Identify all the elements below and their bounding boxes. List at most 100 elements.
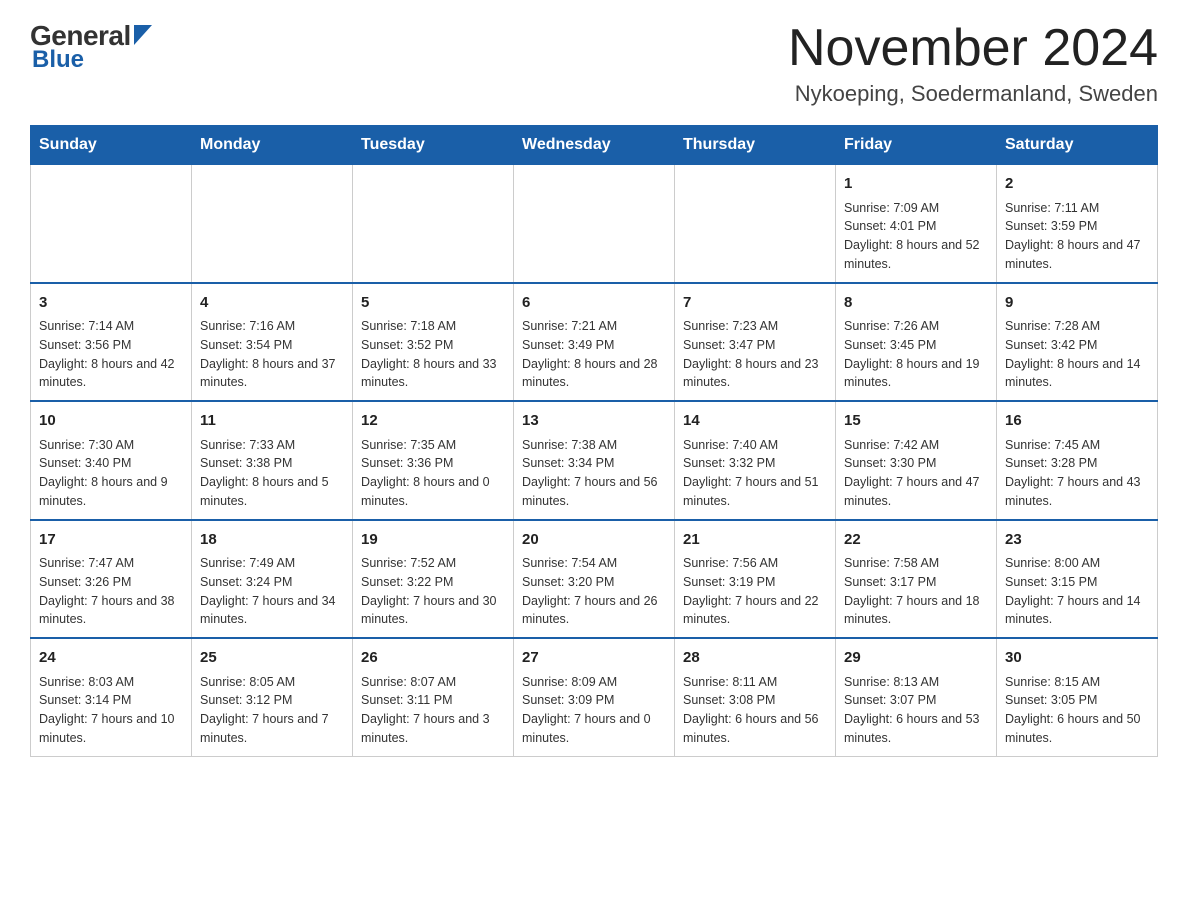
- day-number: 27: [522, 647, 666, 670]
- sun-info: Sunrise: 7:40 AMSunset: 3:32 PMDaylight:…: [683, 436, 827, 511]
- title-block: November 2024 Nykoeping, Soedermanland, …: [788, 20, 1158, 107]
- sun-info: Sunrise: 7:18 AMSunset: 3:52 PMDaylight:…: [361, 317, 505, 392]
- calendar-cell: 8Sunrise: 7:26 AMSunset: 3:45 PMDaylight…: [836, 283, 997, 402]
- calendar-cell: [675, 165, 836, 283]
- sun-info: Sunrise: 7:38 AMSunset: 3:34 PMDaylight:…: [522, 436, 666, 511]
- sun-info: Sunrise: 7:45 AMSunset: 3:28 PMDaylight:…: [1005, 436, 1149, 511]
- calendar-cell: 4Sunrise: 7:16 AMSunset: 3:54 PMDaylight…: [192, 283, 353, 402]
- calendar-cell: 7Sunrise: 7:23 AMSunset: 3:47 PMDaylight…: [675, 283, 836, 402]
- calendar-cell: [514, 165, 675, 283]
- day-number: 14: [683, 410, 827, 433]
- calendar-cell: 1 Sunrise: 7:09 AMSunset: 4:01 PMDaylight…: [836, 165, 997, 283]
- day-number: 3: [39, 292, 183, 315]
- calendar-cell: 10 Sunrise: 7:30 AMSunset: 3:40 PMDayligh…: [31, 401, 192, 520]
- calendar-cell: 9Sunrise: 7:28 AMSunset: 3:42 PMDaylight…: [997, 283, 1158, 402]
- calendar-cell: 24Sunrise: 8:03 AMSunset: 3:14 PMDayligh…: [31, 638, 192, 756]
- calendar-header-row: SundayMondayTuesdayWednesdayThursdayFrid…: [31, 126, 1158, 165]
- calendar-subtitle: Nykoeping, Soedermanland, Sweden: [788, 81, 1158, 107]
- sun-info: Sunrise: 8:09 AMSunset: 3:09 PMDaylight:…: [522, 673, 666, 748]
- sun-info: Sunrise: 8:07 AMSunset: 3:11 PMDaylight:…: [361, 673, 505, 748]
- day-number: 25: [200, 647, 344, 670]
- sun-info: Sunrise: 7:28 AMSunset: 3:42 PMDaylight:…: [1005, 317, 1149, 392]
- header-sunday: Sunday: [31, 126, 192, 165]
- calendar-cell: 11 Sunrise: 7:33 AMSunset: 3:38 PMDayligh…: [192, 401, 353, 520]
- header: General Blue November 2024 Nykoeping, So…: [30, 20, 1158, 107]
- sun-info: Sunrise: 8:15 AMSunset: 3:05 PMDaylight:…: [1005, 673, 1149, 748]
- calendar-cell: 14 Sunrise: 7:40 AMSunset: 3:32 PMDayligh…: [675, 401, 836, 520]
- header-friday: Friday: [836, 126, 997, 165]
- sun-info: Sunrise: 7:58 AMSunset: 3:17 PMDaylight:…: [844, 554, 988, 629]
- day-number: 11: [200, 410, 344, 433]
- sun-info: Sunrise: 7:56 AMSunset: 3:19 PMDaylight:…: [683, 554, 827, 629]
- calendar-week-row: 1 Sunrise: 7:09 AMSunset: 4:01 PMDaylight…: [31, 165, 1158, 283]
- calendar-cell: [31, 165, 192, 283]
- day-number: 16: [1005, 410, 1149, 433]
- day-number: 13: [522, 410, 666, 433]
- sun-info: Sunrise: 7:47 AMSunset: 3:26 PMDaylight:…: [39, 554, 183, 629]
- calendar-cell: 23Sunrise: 8:00 AMSunset: 3:15 PMDayligh…: [997, 520, 1158, 639]
- day-number: 26: [361, 647, 505, 670]
- day-number: 30: [1005, 647, 1149, 670]
- day-number: 20: [522, 529, 666, 552]
- sun-info: Sunrise: 7:54 AMSunset: 3:20 PMDaylight:…: [522, 554, 666, 629]
- sun-info: Sunrise: 8:03 AMSunset: 3:14 PMDaylight:…: [39, 673, 183, 748]
- calendar-cell: 20Sunrise: 7:54 AMSunset: 3:20 PMDayligh…: [514, 520, 675, 639]
- calendar-cell: 16 Sunrise: 7:45 AMSunset: 3:28 PMDayligh…: [997, 401, 1158, 520]
- calendar-table: SundayMondayTuesdayWednesdayThursdayFrid…: [30, 125, 1158, 757]
- calendar-cell: 5Sunrise: 7:18 AMSunset: 3:52 PMDaylight…: [353, 283, 514, 402]
- sun-info: Sunrise: 7:21 AMSunset: 3:49 PMDaylight:…: [522, 317, 666, 392]
- day-number: 4: [200, 292, 344, 315]
- sun-info: Sunrise: 7:11 AMSunset: 3:59 PMDaylight:…: [1005, 199, 1149, 274]
- sun-info: Sunrise: 7:16 AMSunset: 3:54 PMDaylight:…: [200, 317, 344, 392]
- day-number: 18: [200, 529, 344, 552]
- calendar-cell: 6Sunrise: 7:21 AMSunset: 3:49 PMDaylight…: [514, 283, 675, 402]
- calendar-cell: 28 Sunrise: 8:11 AMSunset: 3:08 PMDayligh…: [675, 638, 836, 756]
- day-number: 5: [361, 292, 505, 315]
- calendar-cell: 25 Sunrise: 8:05 AMSunset: 3:12 PMDayligh…: [192, 638, 353, 756]
- day-number: 1: [844, 173, 988, 196]
- calendar-week-row: 3Sunrise: 7:14 AMSunset: 3:56 PMDaylight…: [31, 283, 1158, 402]
- sun-info: Sunrise: 7:42 AMSunset: 3:30 PMDaylight:…: [844, 436, 988, 511]
- sun-info: Sunrise: 7:26 AMSunset: 3:45 PMDaylight:…: [844, 317, 988, 392]
- header-tuesday: Tuesday: [353, 126, 514, 165]
- calendar-cell: 17Sunrise: 7:47 AMSunset: 3:26 PMDayligh…: [31, 520, 192, 639]
- calendar-week-row: 17Sunrise: 7:47 AMSunset: 3:26 PMDayligh…: [31, 520, 1158, 639]
- calendar-cell: 15Sunrise: 7:42 AMSunset: 3:30 PMDayligh…: [836, 401, 997, 520]
- sun-info: Sunrise: 7:35 AMSunset: 3:36 PMDaylight:…: [361, 436, 505, 511]
- day-number: 6: [522, 292, 666, 315]
- sun-info: Sunrise: 7:33 AMSunset: 3:38 PMDaylight:…: [200, 436, 344, 511]
- day-number: 19: [361, 529, 505, 552]
- day-number: 2: [1005, 173, 1149, 196]
- calendar-cell: 21Sunrise: 7:56 AMSunset: 3:19 PMDayligh…: [675, 520, 836, 639]
- calendar-cell: [192, 165, 353, 283]
- sun-info: Sunrise: 8:11 AMSunset: 3:08 PMDaylight:…: [683, 673, 827, 748]
- calendar-cell: 19Sunrise: 7:52 AMSunset: 3:22 PMDayligh…: [353, 520, 514, 639]
- day-number: 28: [683, 647, 827, 670]
- calendar-title: November 2024: [788, 20, 1158, 77]
- sun-info: Sunrise: 8:00 AMSunset: 3:15 PMDaylight:…: [1005, 554, 1149, 629]
- header-thursday: Thursday: [675, 126, 836, 165]
- calendar-week-row: 24Sunrise: 8:03 AMSunset: 3:14 PMDayligh…: [31, 638, 1158, 756]
- day-number: 21: [683, 529, 827, 552]
- day-number: 17: [39, 529, 183, 552]
- calendar-cell: 22Sunrise: 7:58 AMSunset: 3:17 PMDayligh…: [836, 520, 997, 639]
- calendar-cell: 13 Sunrise: 7:38 AMSunset: 3:34 PMDayligh…: [514, 401, 675, 520]
- day-number: 7: [683, 292, 827, 315]
- sun-info: Sunrise: 8:05 AMSunset: 3:12 PMDaylight:…: [200, 673, 344, 748]
- calendar-week-row: 10 Sunrise: 7:30 AMSunset: 3:40 PMDayligh…: [31, 401, 1158, 520]
- calendar-cell: 26 Sunrise: 8:07 AMSunset: 3:11 PMDayligh…: [353, 638, 514, 756]
- calendar-cell: 18Sunrise: 7:49 AMSunset: 3:24 PMDayligh…: [192, 520, 353, 639]
- sun-info: Sunrise: 7:09 AMSunset: 4:01 PMDaylight:…: [844, 199, 988, 274]
- sun-info: Sunrise: 7:30 AMSunset: 3:40 PMDaylight:…: [39, 436, 183, 511]
- sun-info: Sunrise: 7:52 AMSunset: 3:22 PMDaylight:…: [361, 554, 505, 629]
- day-number: 10: [39, 410, 183, 433]
- logo-arrow-icon: [134, 25, 152, 45]
- calendar-cell: [353, 165, 514, 283]
- day-number: 8: [844, 292, 988, 315]
- header-saturday: Saturday: [997, 126, 1158, 165]
- logo-blue-text: Blue: [32, 46, 84, 74]
- header-wednesday: Wednesday: [514, 126, 675, 165]
- calendar-cell: 30 Sunrise: 8:15 AMSunset: 3:05 PMDayligh…: [997, 638, 1158, 756]
- calendar-cell: 2 Sunrise: 7:11 AMSunset: 3:59 PMDaylight…: [997, 165, 1158, 283]
- calendar-cell: 27 Sunrise: 8:09 AMSunset: 3:09 PMDayligh…: [514, 638, 675, 756]
